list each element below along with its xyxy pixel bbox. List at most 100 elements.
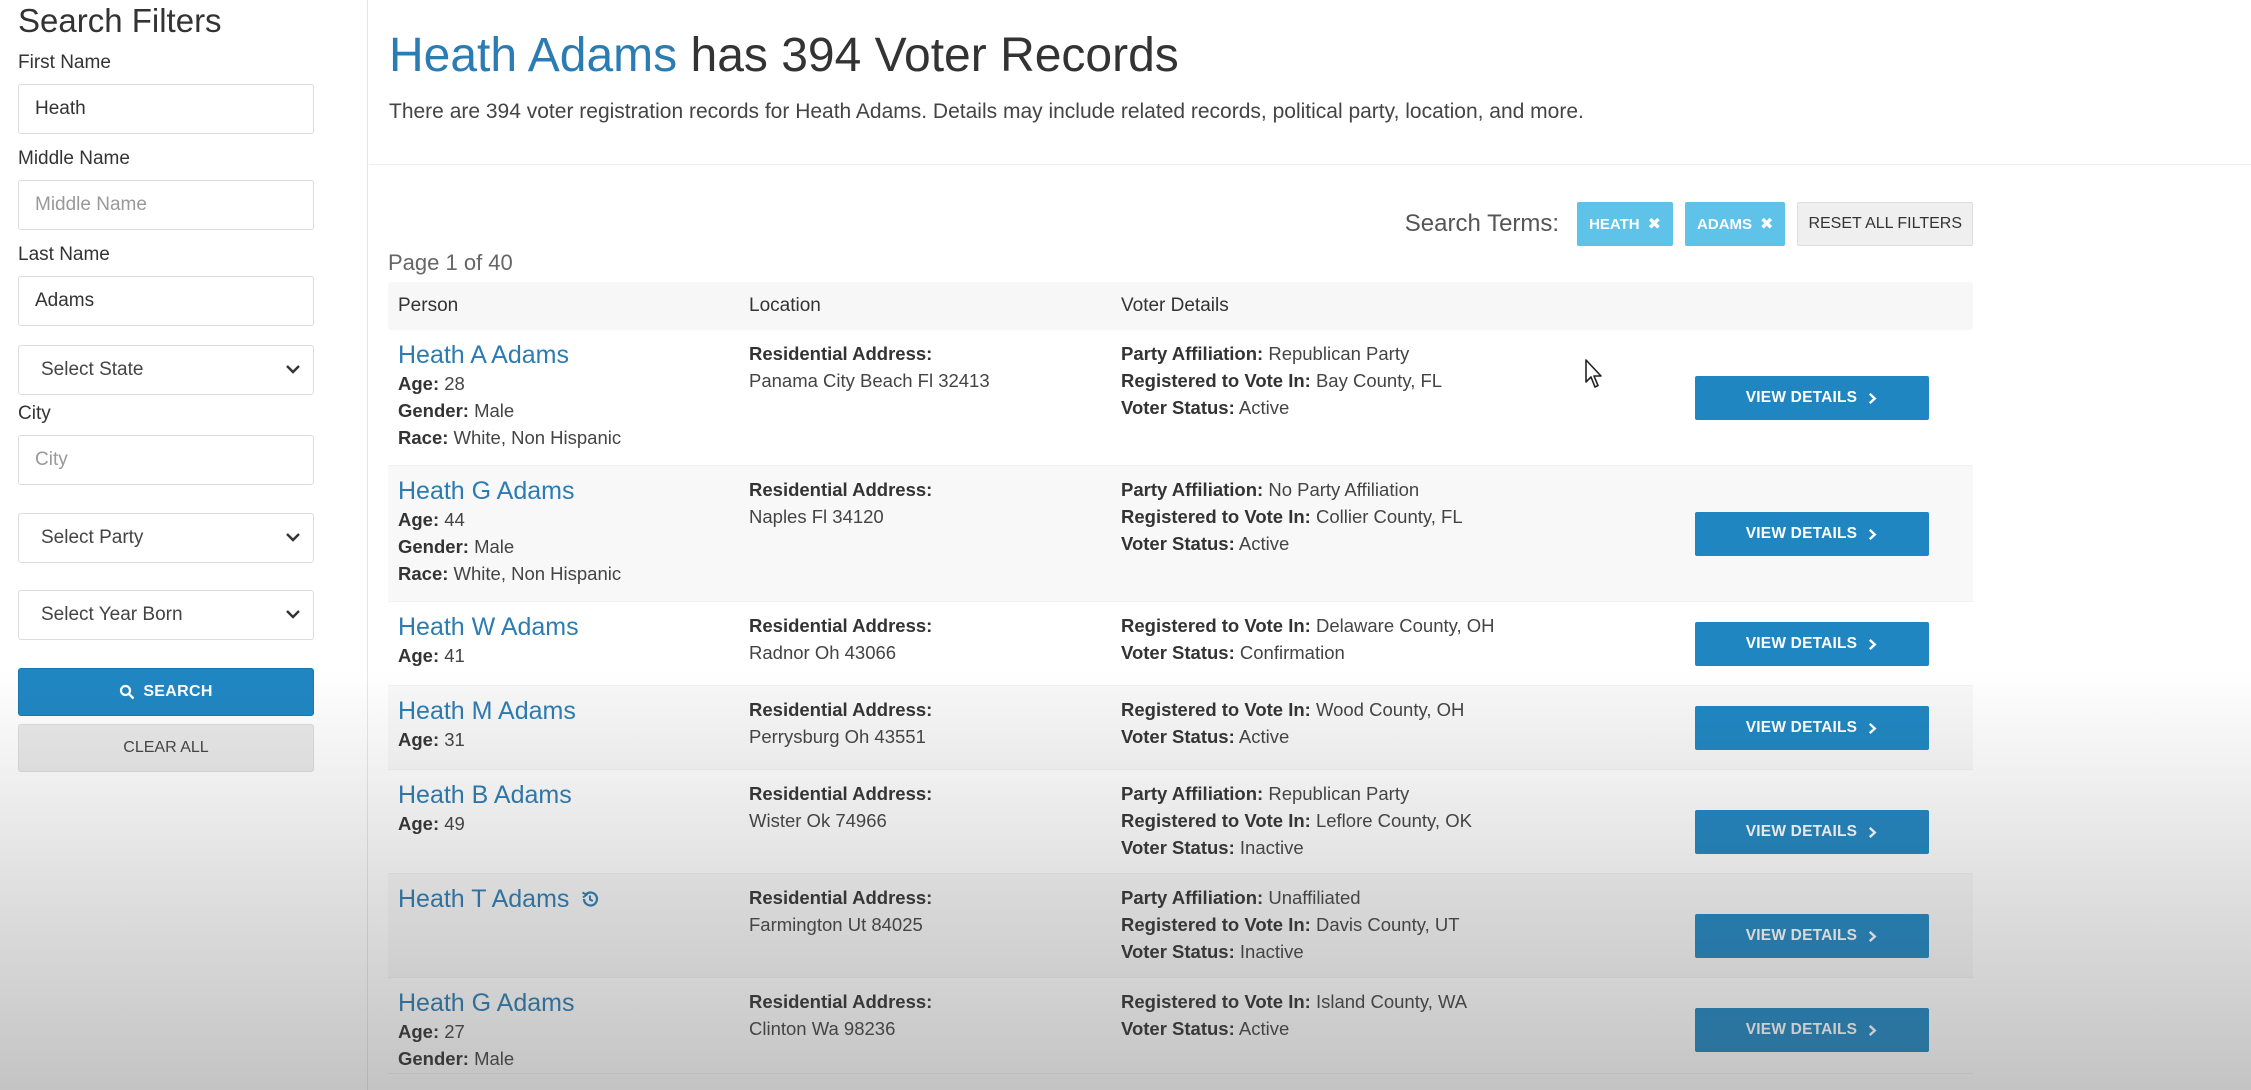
chevron-right-icon [1869, 1024, 1877, 1036]
person-cell: Heath T Adams [398, 884, 601, 914]
middle-name-input[interactable] [18, 180, 314, 230]
page-title-name: Heath Adams [389, 29, 678, 82]
location-cell: Residential Address: Clinton Wa 98236 [749, 988, 932, 1042]
detail-value: Wood County, OH [1310, 699, 1465, 720]
voter-detail: Registered to Vote In: Wood County, OH [1121, 696, 1464, 723]
column-header-person: Person [398, 295, 459, 316]
search-filters-sidebar: Search Filters First Name Middle Name La… [0, 0, 368, 1090]
detail-label: Voter Status: [1121, 726, 1235, 747]
person-cell: Heath G Adams Age: 44 Gender: Male Race: Wh… [398, 476, 621, 587]
view-details-button[interactable]: VIEW DETAILS [1695, 376, 1929, 420]
reset-all-filters-button[interactable]: RESET ALL FILTERS [1797, 202, 1973, 246]
detail-value: Male [468, 1048, 515, 1069]
detail-label: Registered to Vote In: [1121, 914, 1311, 935]
search-icon [120, 684, 135, 700]
page-title-suffix: has 394 Voter Records [677, 29, 1179, 82]
person-name-link[interactable]: Heath W Adams [398, 612, 579, 642]
address-value: Perrysburg Oh 43551 [749, 726, 926, 747]
chevron-down-icon [286, 533, 300, 542]
detail-value: White, Non Hispanic [448, 427, 622, 448]
person-detail: Gender: Male [398, 533, 621, 560]
state-select[interactable]: Select State [18, 345, 314, 395]
first-name-input[interactable] [18, 84, 314, 134]
table-row: Heath T Adams Residential Address: Farming… [388, 874, 1973, 978]
address-label: Residential Address: [749, 615, 933, 636]
detail-label: Registered to Vote In: [1121, 699, 1311, 720]
address-label: Residential Address: [749, 479, 933, 500]
person-detail: Race: White, Non Hispanic [398, 424, 621, 451]
detail-value: Republican Party [1263, 343, 1410, 364]
city-input[interactable] [18, 435, 314, 485]
detail-label: Registered to Vote In: [1121, 991, 1311, 1012]
detail-value: Delaware County, OH [1310, 615, 1495, 636]
person-name-link[interactable]: Heath G Adams [398, 988, 574, 1018]
detail-value: Davis County, UT [1310, 914, 1460, 935]
person-name-link[interactable]: Heath M Adams [398, 696, 576, 726]
view-details-button[interactable]: VIEW DETAILS [1695, 810, 1929, 854]
view-details-button[interactable]: VIEW DETAILS [1695, 706, 1929, 750]
person-name-link[interactable]: Heath A Adams [398, 340, 621, 370]
party-select-value: Select Party [41, 527, 144, 548]
detail-label: Age: [398, 729, 440, 750]
clear-all-button[interactable]: CLEAR ALL [18, 724, 314, 772]
view-details-button[interactable]: VIEW DETAILS [1695, 1008, 1929, 1052]
year-born-select[interactable]: Select Year Born [18, 590, 314, 640]
view-details-button[interactable]: VIEW DETAILS [1695, 914, 1929, 958]
chip-label: HEATH [1589, 215, 1640, 233]
detail-value: Inactive [1234, 941, 1304, 962]
person-name-link[interactable]: Heath B Adams [398, 780, 572, 810]
voter-detail: Party Affiliation: Republican Party [1121, 340, 1442, 367]
party-select[interactable]: Select Party [18, 513, 314, 563]
person-detail: Age: 41 [398, 642, 579, 669]
last-name-input[interactable] [18, 276, 314, 326]
view-details-label: VIEW DETAILS [1745, 1021, 1858, 1038]
detail-value: Confirmation [1234, 642, 1345, 663]
detail-value: Bay County, FL [1310, 370, 1443, 391]
person-name-link[interactable]: Heath T Adams [398, 884, 601, 914]
close-icon[interactable]: ✖ [1760, 214, 1773, 234]
detail-value: Active [1234, 533, 1290, 554]
search-term-chip-heath[interactable]: HEATH ✖ [1577, 202, 1674, 246]
detail-value: 49 [439, 813, 465, 834]
detail-value: 28 [439, 373, 465, 394]
voter-detail: Registered to Vote In: Davis County, UT [1121, 911, 1460, 938]
detail-value: Male [468, 400, 515, 421]
voter-detail: Voter Status: Inactive [1121, 938, 1460, 965]
person-name-text: Heath M Adams [398, 697, 576, 725]
results-table: Person Location Voter Details Heath A Ad… [388, 282, 1973, 1074]
chevron-right-icon [1869, 392, 1877, 404]
search-term-chip-adams[interactable]: ADAMS ✖ [1685, 202, 1786, 246]
clear-all-label: CLEAR ALL [123, 739, 209, 756]
address-value: Radnor Oh 43066 [749, 642, 897, 663]
middle-name-label: Middle Name [18, 148, 130, 169]
voter-detail: Registered to Vote In: Island County, WA [1121, 988, 1467, 1015]
year-born-select-value: Select Year Born [41, 604, 183, 625]
voter-details-cell: Party Affiliation: Republican Party Regis… [1121, 780, 1472, 861]
view-details-label: VIEW DETAILS [1745, 927, 1858, 944]
location-cell: Residential Address: Farmington Ut 84025 [749, 884, 932, 938]
view-details-button[interactable]: VIEW DETAILS [1695, 622, 1929, 666]
search-button[interactable]: SEARCH [18, 668, 314, 716]
location-cell: Residential Address: Panama City Beach Fl… [749, 340, 990, 394]
view-details-label: VIEW DETAILS [1745, 719, 1858, 736]
chevron-right-icon [1869, 722, 1877, 734]
address-value: Wister Ok 74966 [749, 810, 887, 831]
main-content: Heath Adams has 394 Voter Records There … [369, 0, 2251, 1090]
search-button-label: SEARCH [143, 683, 213, 700]
detail-label: Party Affiliation: [1121, 887, 1264, 908]
page-subtitle: There are 394 voter registration records… [389, 100, 1584, 123]
person-name-link[interactable]: Heath G Adams [398, 476, 621, 506]
view-details-label: VIEW DETAILS [1745, 635, 1858, 652]
detail-label: Voter Status: [1121, 1018, 1235, 1039]
person-name-text: Heath B Adams [398, 781, 572, 809]
detail-value: White, Non Hispanic [448, 563, 622, 584]
sidebar-title: Search Filters [18, 2, 222, 39]
close-icon[interactable]: ✖ [1648, 214, 1661, 234]
detail-label: Gender: [398, 400, 469, 421]
view-details-button[interactable]: VIEW DETAILS [1695, 512, 1929, 556]
detail-value: Male [468, 536, 515, 557]
location-cell: Residential Address: Radnor Oh 43066 [749, 612, 932, 666]
detail-label: Party Affiliation: [1121, 479, 1264, 500]
chevron-right-icon [1869, 930, 1877, 942]
detail-value: 44 [439, 509, 465, 530]
